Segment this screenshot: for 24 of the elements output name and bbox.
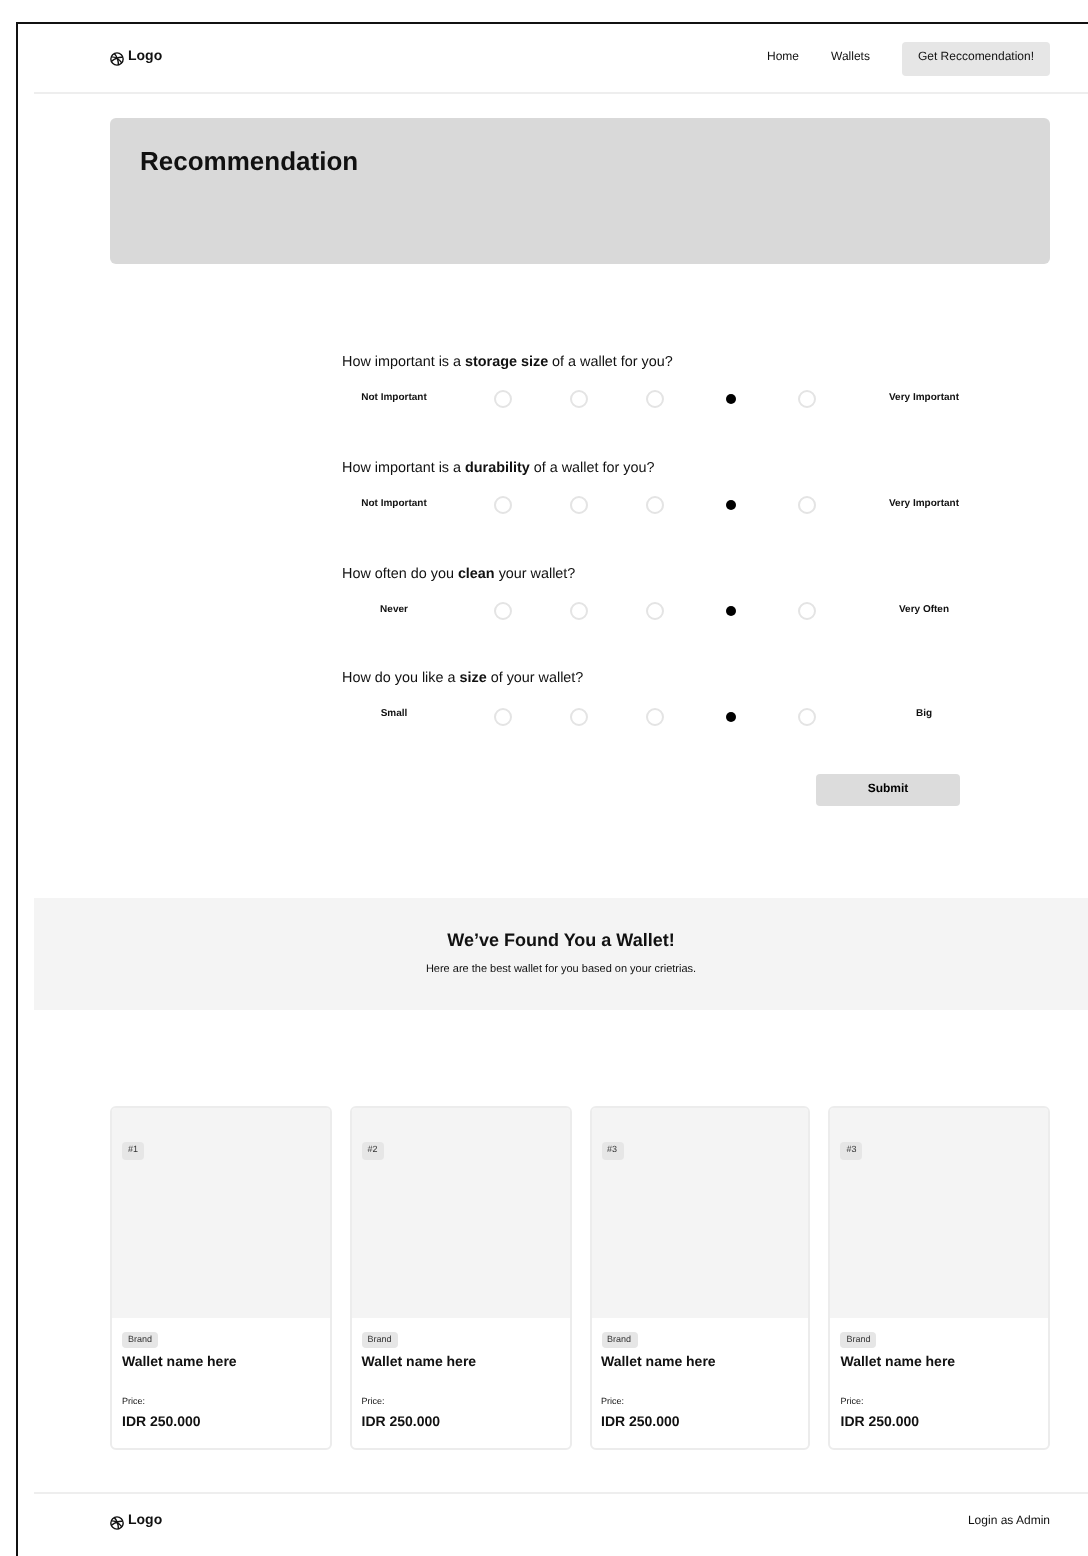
radio-button[interactable] — [797, 496, 815, 515]
radio-button[interactable] — [645, 390, 663, 409]
radio-button[interactable] — [493, 496, 511, 515]
radio-button[interactable] — [797, 707, 815, 726]
radio-button[interactable] — [797, 390, 815, 409]
radio-button[interactable] — [569, 601, 587, 620]
result-title: We’ve Found You a Wallet! — [447, 929, 675, 951]
radio-button[interactable] — [725, 500, 735, 511]
radio-button[interactable] — [725, 394, 735, 405]
page-title: Recommendation — [140, 146, 361, 178]
ball-icon — [110, 51, 124, 65]
radio-button[interactable] — [725, 605, 735, 616]
radio-button[interactable] — [569, 707, 587, 726]
radio-button[interactable] — [493, 390, 511, 409]
radio-button[interactable] — [493, 707, 511, 726]
radio-button[interactable] — [493, 601, 511, 620]
radio-button[interactable] — [569, 390, 587, 409]
radio-button[interactable] — [645, 601, 663, 620]
radio-button[interactable] — [569, 496, 587, 515]
radio-button[interactable] — [645, 707, 663, 726]
ball-icon — [110, 1515, 124, 1529]
radio-button[interactable] — [725, 711, 735, 722]
radio-button[interactable] — [645, 496, 663, 515]
radio-button[interactable] — [797, 601, 815, 620]
